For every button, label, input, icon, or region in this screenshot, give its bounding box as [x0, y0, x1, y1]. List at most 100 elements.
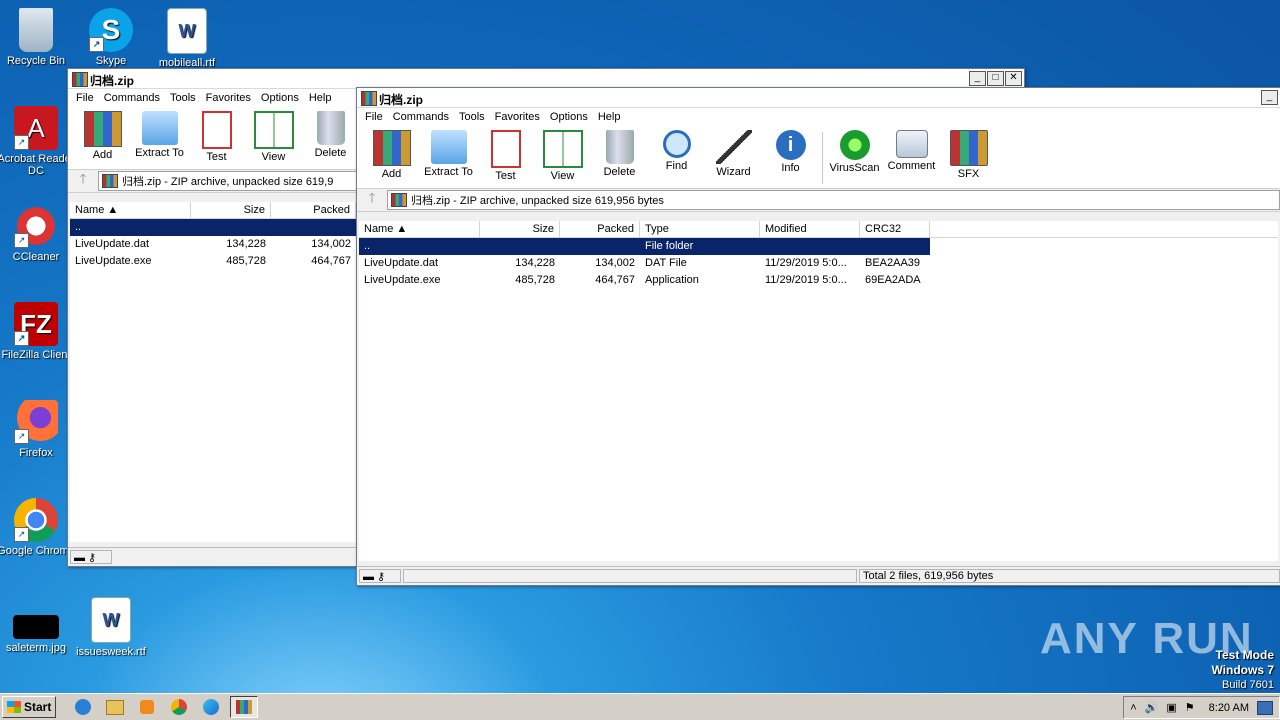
drive-icon[interactable]: ▬ ⚷: [70, 550, 112, 564]
folder-icon: [141, 111, 178, 145]
desktop-icon-recycle-bin[interactable]: Recycle Bin: [0, 8, 76, 67]
column-name[interactable]: Name ▲: [70, 202, 191, 218]
find-label: Find: [665, 160, 688, 172]
ie-taskbar-icon[interactable]: [70, 697, 96, 717]
column-type[interactable]: Type: [640, 221, 760, 237]
table-row[interactable]: LiveUpdate.exe 485,728 464,767 Applicati…: [359, 272, 1278, 289]
table-row[interactable]: LiveUpdate.dat 134,228 134,002 DAT File …: [359, 255, 1278, 272]
network-icon[interactable]: ▣: [1166, 701, 1176, 714]
up-arrow-icon[interactable]: 🡑: [68, 170, 98, 192]
chrome-taskbar-icon[interactable]: [166, 697, 192, 717]
column-packed[interactable]: Packed: [271, 202, 356, 218]
delete-button[interactable]: Delete: [302, 107, 359, 159]
desktop-icon-acrobat[interactable]: A ↗ Acrobat Reader DC: [0, 106, 76, 177]
up-arrow-icon[interactable]: 🡑: [357, 189, 387, 211]
row-crc: [860, 238, 930, 255]
address-field[interactable]: 归档.zip - ZIP archive, unpacked size 619,…: [387, 190, 1280, 210]
sfx-button[interactable]: SFX: [940, 126, 997, 180]
menu-favorites[interactable]: Favorites: [201, 92, 256, 104]
column-size[interactable]: Size: [191, 202, 271, 218]
delete-button[interactable]: Delete: [591, 126, 648, 178]
row-modified: [760, 238, 860, 255]
action-center-flag-icon[interactable]: ⚑: [1185, 701, 1195, 714]
add-button[interactable]: Add: [363, 126, 420, 180]
title-bar[interactable]: 归档.zip _: [357, 88, 1280, 108]
menu-file[interactable]: File: [71, 92, 99, 104]
windows-logo-icon: [7, 701, 21, 713]
wizard-button[interactable]: Wizard: [705, 126, 762, 178]
desktop-icon-chrome[interactable]: ↗ Google Chrome: [0, 498, 76, 557]
column-packed[interactable]: Packed: [560, 221, 640, 237]
info-button[interactable]: i Info: [762, 126, 819, 174]
menu-options[interactable]: Options: [256, 92, 304, 104]
extract-to-label: Extract To: [135, 147, 184, 159]
row-packed: 134,002: [311, 238, 351, 250]
volume-icon[interactable]: 🔊: [1145, 701, 1159, 714]
sfx-label: SFX: [957, 168, 980, 180]
menu-options[interactable]: Options: [545, 111, 593, 123]
file-list[interactable]: Name ▲ Size Packed Type Modified CRC32 .…: [359, 221, 1278, 561]
add-label: Add: [92, 149, 113, 161]
close-button[interactable]: ✕: [1005, 71, 1022, 86]
comment-button[interactable]: Comment: [883, 126, 940, 172]
view-button[interactable]: View: [534, 126, 591, 182]
desktop-icon-mobileall[interactable]: W mobileall.rtf: [147, 8, 227, 69]
desktop-icon-filezilla[interactable]: FZ ↗ FileZilla Client: [0, 302, 76, 361]
column-modified[interactable]: Modified: [760, 221, 860, 237]
column-name[interactable]: Name ▲: [359, 221, 480, 237]
file-list[interactable]: Name ▲ Size Packed .. LiveUpdate.dat 134…: [70, 202, 356, 542]
edge-taskbar-icon[interactable]: [198, 697, 224, 717]
desktop-icon-ccleaner[interactable]: ↗ CCleaner: [0, 204, 76, 263]
clock[interactable]: 8:20 AM: [1209, 702, 1249, 714]
view-button[interactable]: View: [245, 107, 302, 163]
menu-help[interactable]: Help: [304, 92, 337, 104]
column-headers: Name ▲ Size Packed: [70, 202, 356, 219]
drive-icon[interactable]: ▬ ⚷: [359, 569, 401, 583]
table-row[interactable]: .. File folder: [359, 238, 930, 255]
desktop-icon-skype[interactable]: S ↗ Skype: [71, 8, 151, 67]
menu-file[interactable]: File: [360, 111, 388, 123]
minimize-button[interactable]: _: [969, 71, 986, 86]
show-desktop-icon[interactable]: [1257, 700, 1273, 715]
table-row[interactable]: LiveUpdate.dat 134,228 134,002: [70, 236, 356, 253]
virusscan-button[interactable]: VirusScan: [826, 126, 883, 174]
media-player-taskbar-icon[interactable]: [134, 697, 160, 717]
winrar-taskbar-icon[interactable]: [230, 696, 259, 718]
desktop-icon-issuesweek[interactable]: W issuesweek.rtf: [71, 597, 151, 658]
desktop-icon-label: Skype: [95, 55, 127, 67]
column-crc32[interactable]: CRC32: [860, 221, 930, 237]
minimize-button[interactable]: _: [1261, 90, 1278, 105]
extract-to-button[interactable]: Extract To: [131, 107, 188, 159]
explorer-taskbar-icon[interactable]: [102, 697, 128, 717]
address-bar: 🡑 归档.zip - ZIP archive, unpacked size 61…: [357, 189, 1280, 212]
column-size[interactable]: Size: [480, 221, 560, 237]
menu-tools[interactable]: Tools: [454, 111, 490, 123]
title-bar[interactable]: 归档.zip _ □ ✕: [68, 69, 1024, 89]
table-row[interactable]: ..: [70, 219, 356, 236]
find-button[interactable]: Find: [648, 126, 705, 172]
desktop-icon-saleterm[interactable]: saleterm.jpg: [0, 605, 76, 654]
start-button[interactable]: Start: [2, 696, 57, 718]
menu-help[interactable]: Help: [593, 111, 626, 123]
menu-commands[interactable]: Commands: [388, 111, 454, 123]
menu-tools[interactable]: Tools: [165, 92, 201, 104]
row-packed: [271, 219, 356, 236]
filezilla-icon: FZ ↗: [14, 302, 58, 346]
maximize-button[interactable]: □: [987, 71, 1004, 86]
sfx-box-icon: [949, 130, 988, 166]
winrar-window-front[interactable]: 归档.zip _ File Commands Tools Favorites O…: [356, 87, 1280, 586]
start-label: Start: [24, 700, 52, 714]
menu-favorites[interactable]: Favorites: [490, 111, 545, 123]
test-button[interactable]: Test: [188, 107, 245, 163]
test-button[interactable]: Test: [477, 126, 534, 182]
extract-to-button[interactable]: Extract To: [420, 126, 477, 178]
word-document-icon: W: [167, 8, 207, 54]
menu-commands[interactable]: Commands: [99, 92, 165, 104]
tray-expand-icon[interactable]: ˄: [1130, 702, 1136, 714]
desktop-icon-firefox[interactable]: ↗ Firefox: [0, 400, 76, 459]
desktop-icon-label: CCleaner: [12, 251, 60, 263]
table-row[interactable]: LiveUpdate.exe 485,728 464,767: [70, 253, 356, 270]
add-button[interactable]: Add: [74, 107, 131, 161]
row-size: 134,228: [515, 257, 555, 269]
winrar-icon: [361, 91, 377, 106]
